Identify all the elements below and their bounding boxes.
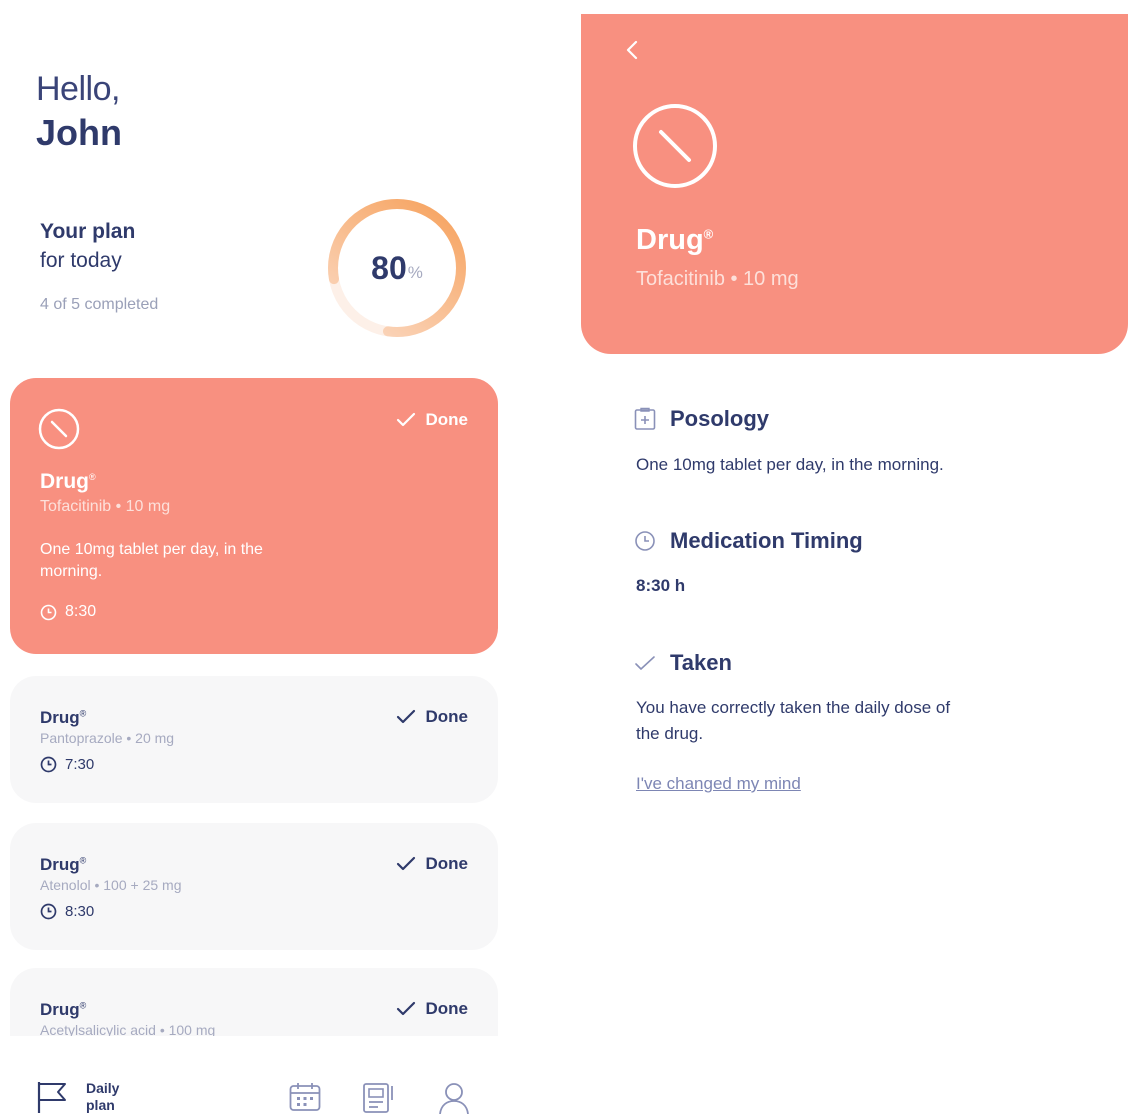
no-drug-icon [633,104,717,188]
done-label: Done [425,854,469,873]
drug-time: 7:30 [40,756,94,773]
plan-title: Your plan [40,220,136,243]
drug-description: One 10mg tablet per day, in the morning. [40,541,263,580]
med-card[interactable]: Drug® Pantoprazole • 20 mg 7:30 Done [10,676,498,803]
clock-icon [40,604,57,620]
taken-text-line-1: You have correctly taken the daily dose … [636,698,951,717]
taken-heading: Taken [634,650,732,676]
drug-name-text: Drug [40,1000,80,1019]
detail-drug-text: Drug [636,224,704,256]
drug-dose: Atenolol • 100 + 25 mg [40,877,182,893]
done-label: Done [425,999,469,1018]
registered-mark: ® [89,472,96,482]
detail-drug-name: Drug® [636,224,713,257]
drug-name-text: Drug [40,855,80,874]
check-icon [396,1001,415,1016]
timing-value: 8:30 h [636,576,686,595]
drug-dose: Tofacitinib • 10 mg [40,498,171,515]
drug-name: Drug® [40,708,86,728]
check-icon [396,856,415,871]
drug-name-text: Drug [40,470,89,493]
done-label: Done [425,410,469,429]
done-label: Done [425,707,469,726]
taken-title: Taken [670,650,732,675]
drug-time: 8:30 [40,603,96,621]
check-icon [635,656,655,670]
done-status[interactable]: Done [396,854,469,874]
med-card[interactable]: Drug® Atenolol • 100 + 25 mg 8:30 Done [10,823,498,950]
med-card-active[interactable]: Done Drug® Tofacitinib • 10 mg One 10mg … [10,378,498,654]
drug-name: Drug® [40,470,96,494]
registered-mark: ® [79,855,87,866]
check-icon [396,412,415,427]
progress-value: 80 % [322,193,472,343]
registered-mark: ® [79,708,87,719]
drug-header: Drug® Tofacitinib • 10 mg [581,14,1128,354]
done-status[interactable]: Done [396,410,469,430]
drug-time-text: 8:30 [65,603,97,620]
detail-drug-dose: Tofacitinib • 10 mg [636,268,799,290]
drug-name: Drug® [40,855,86,875]
back-chevron-icon[interactable] [623,38,643,62]
posology-title: Posology [670,406,770,431]
plan-title-sub: for today [40,249,122,272]
notebook-icon[interactable] [362,1082,396,1114]
med-card-clipped: Drug® Acetylsalicylic acid • 100 mg Done [0,968,520,1036]
drug-name-text: Drug [40,708,80,727]
greeting-hello: Hello, [36,70,120,108]
drug-time-text: 7:30 [65,756,95,773]
drug-dose: Pantoprazole • 20 mg [40,730,175,746]
posology-heading: Posology [634,406,769,432]
drug-name: Drug® [40,1000,86,1020]
tab-label: Daily [86,1080,120,1096]
drug-dose: Acetylsalicylic acid • 100 mg [40,1022,216,1036]
taken-text: You have correctly taken the daily dose … [636,695,950,747]
registered-mark: ® [703,226,714,242]
check-icon [396,709,415,724]
timing-text: 8:30 h [636,573,685,599]
clock-icon [635,531,655,551]
progress-unit: % [407,263,423,282]
registered-mark: ® [79,1000,87,1011]
calendar-icon[interactable] [289,1082,321,1112]
timing-title: Medication Timing [670,528,863,553]
clock-icon [40,903,57,920]
bottom-tab-bar: Daily plan [0,1070,560,1115]
done-status[interactable]: Done [396,707,469,727]
tab-daily-plan[interactable]: Daily plan [36,1080,119,1114]
done-status[interactable]: Done [396,999,469,1019]
posology-text: One 10mg tablet per day, in the morning. [636,455,944,474]
medical-kit-icon [634,407,656,430]
clock-icon [40,756,57,773]
changed-mind-link[interactable]: I've changed my mind [636,774,801,794]
tab-label-2: plan [86,1097,115,1113]
greeting-name: John [36,112,122,153]
profile-icon[interactable] [438,1082,470,1114]
no-drug-icon [38,408,80,450]
timing-heading: Medication Timing [634,528,863,554]
med-card[interactable]: Drug® Acetylsalicylic acid • 100 mg Done [10,968,498,1036]
flag-icon [37,1082,66,1113]
drug-time-text: 8:30 [65,903,95,920]
drug-time: 8:30 [40,903,94,920]
taken-text-line-2: the drug. [636,724,704,743]
plan-progress-text: 4 of 5 completed [40,296,159,313]
progress-number: 80 [371,249,407,286]
